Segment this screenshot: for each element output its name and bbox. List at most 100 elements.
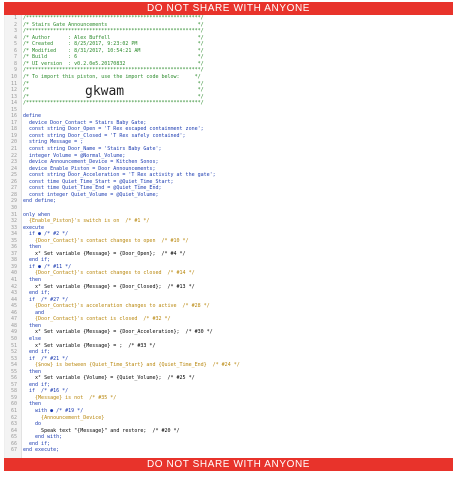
code-line: 11 /* */ bbox=[5, 81, 454, 88]
line-number: 29 bbox=[10, 198, 17, 205]
code-text: x² Set variable {Message} = {Door_Open};… bbox=[23, 250, 186, 257]
code-text: const string Door_Name = 'Stairs Baby Ga… bbox=[23, 146, 162, 152]
code-text: then bbox=[23, 401, 42, 408]
code-line: 4 /* Author : Alex Buffell */ bbox=[5, 35, 454, 42]
line-number: 49 bbox=[10, 329, 17, 336]
code-line: 3 /**************************************… bbox=[5, 28, 454, 35]
code-text: /* */ bbox=[23, 80, 204, 87]
code-text: {Message} is not /* #35 */ bbox=[23, 394, 117, 401]
code-text: /***************************************… bbox=[23, 15, 204, 21]
code-text: const time Quiet_Time_Start = @Quiet_Tim… bbox=[23, 178, 174, 185]
line-number: 2 bbox=[13, 21, 17, 28]
line-number: 65 bbox=[10, 434, 17, 441]
code-text: /***************************************… bbox=[23, 28, 204, 35]
line-number: 67 bbox=[10, 447, 17, 454]
code-line: 29 end define; bbox=[5, 198, 454, 205]
line-number: 5 bbox=[13, 41, 17, 48]
code-text: then bbox=[23, 368, 42, 375]
code-line: 41 then bbox=[5, 277, 454, 284]
code-line: 63 do bbox=[5, 421, 454, 428]
code-line: 51 x² Set variable {Message} = ; /* #33 … bbox=[5, 343, 454, 350]
piston-code-viewer[interactable]: gkwam 1/********************************… bbox=[4, 15, 454, 458]
code-line: 48 then bbox=[5, 323, 454, 330]
code-line: 12 /* */ bbox=[5, 87, 454, 94]
code-text: {Announcement_Device} bbox=[23, 414, 105, 421]
code-text: /* Modified : 8/31/2017, 10:54:21 AM */ bbox=[23, 47, 204, 54]
line-number: 21 bbox=[10, 146, 17, 152]
code-line: 66 end if; bbox=[5, 441, 454, 448]
code-line: 39 if ● /* #11 */ bbox=[5, 264, 454, 271]
line-number: 59 bbox=[10, 394, 17, 401]
code-line: 6 /* Modified : 8/31/2017, 10:54:21 AM */ bbox=[5, 48, 454, 55]
code-text: only when bbox=[23, 211, 51, 218]
code-line: 45 {Door_Contact}'s acceleration changes… bbox=[5, 303, 454, 310]
code-text: end if; bbox=[23, 257, 51, 264]
line-number: 8 bbox=[13, 60, 17, 67]
code-line: 64 Speak text "{Message}" and restore; /… bbox=[5, 428, 454, 435]
code-text: if ● /* #2 */ bbox=[23, 231, 69, 238]
line-number: 19 bbox=[10, 132, 17, 139]
line-number: 57 bbox=[10, 381, 17, 388]
line-number: 7 bbox=[13, 54, 17, 61]
code-line: 59 {Message} is not /* #35 */ bbox=[5, 395, 454, 402]
code-text: execute bbox=[23, 224, 45, 231]
code-line: 16 define bbox=[5, 113, 454, 120]
code-line: 42 x² Set variable {Message} = {Door_Clo… bbox=[5, 284, 454, 291]
code-text: string Message = ; bbox=[23, 139, 84, 146]
line-number: 63 bbox=[10, 421, 17, 428]
line-number: 25 bbox=[10, 172, 17, 179]
code-line: 50 else bbox=[5, 336, 454, 343]
code-text: device Announcement_Device = Kitchen Son… bbox=[23, 159, 159, 166]
code-text: device Door_Contact = Stairs Baby Gate; bbox=[23, 119, 147, 126]
code-line: 56 x² Set variable {Volume} = {Quiet_Vol… bbox=[5, 375, 454, 382]
code-text: x² Set variable {Message} = {Door_Closed… bbox=[23, 283, 195, 290]
line-number: 34 bbox=[10, 231, 17, 238]
code-text: const string Door_Acceleration = 'T Rex … bbox=[23, 172, 216, 179]
code-line: 52 end if; bbox=[5, 349, 454, 356]
line-number: 48 bbox=[10, 322, 17, 329]
code-text: end with; bbox=[23, 434, 63, 441]
code-text: const string Door_Closed = 'T Rex safely… bbox=[23, 132, 186, 139]
code-line: 60 then bbox=[5, 401, 454, 408]
line-number: 60 bbox=[10, 401, 17, 408]
warning-banner-top: DO NOT SHARE WITH ANYONE bbox=[4, 2, 453, 15]
line-number: 45 bbox=[10, 303, 17, 310]
code-text: /***************************************… bbox=[23, 67, 204, 74]
code-line: 7 /* Build : 6 */ bbox=[5, 54, 454, 61]
code-line: 67 end execute; bbox=[5, 447, 454, 454]
code-line: 36 then bbox=[5, 244, 454, 251]
code-text: x² Set variable {Message} = ; /* #33 */ bbox=[23, 342, 156, 349]
line-number: 30 bbox=[10, 204, 17, 211]
line-number: 52 bbox=[10, 349, 17, 356]
code-text: end execute; bbox=[23, 447, 60, 454]
code-line: 27 const time Quiet_Time_End = @Quiet_Ti… bbox=[5, 185, 454, 192]
code-line: 40 {Door_Contact}'s contact changes to c… bbox=[5, 270, 454, 277]
code-text: and bbox=[23, 309, 45, 316]
code-line: 1 /**************************************… bbox=[5, 15, 454, 22]
code-line: 22 integer Volume = @Normal_Volume; bbox=[5, 153, 454, 160]
line-number: 17 bbox=[10, 119, 17, 126]
line-number: 47 bbox=[10, 316, 17, 323]
code-text: then bbox=[23, 322, 42, 329]
code-text: do bbox=[23, 421, 42, 428]
line-number: 61 bbox=[10, 408, 17, 414]
line-number: 26 bbox=[10, 178, 17, 185]
code-line: 30 bbox=[5, 205, 454, 212]
line-number: 53 bbox=[10, 355, 17, 362]
code-text: then bbox=[23, 244, 42, 251]
code-line: 24 device Enable_Piston = Door Announcem… bbox=[5, 166, 454, 173]
code-line: 32 {Enable_Piston}'s switch is on /* #1 … bbox=[5, 218, 454, 225]
line-number: 38 bbox=[10, 257, 17, 264]
code-line: 17 device Door_Contact = Stairs Baby Gat… bbox=[5, 120, 454, 127]
code-line: 38 end if; bbox=[5, 257, 454, 264]
line-number: 14 bbox=[10, 100, 17, 107]
line-number: 39 bbox=[10, 263, 17, 270]
code-text: /* Author : Alex Buffell */ bbox=[23, 34, 204, 41]
line-number: 35 bbox=[10, 237, 17, 244]
code-line: 8 /* UI version : v0.2.0e5.20170832 */ bbox=[5, 61, 454, 68]
line-number: 10 bbox=[10, 73, 17, 80]
line-number: 23 bbox=[10, 159, 17, 166]
warning-banner-bottom: DO NOT SHARE WITH ANYONE bbox=[4, 458, 453, 471]
code-text: x² Set variable {Volume} = {Quiet_Volume… bbox=[23, 375, 195, 382]
code-text: /* Build : 6 */ bbox=[23, 54, 204, 61]
